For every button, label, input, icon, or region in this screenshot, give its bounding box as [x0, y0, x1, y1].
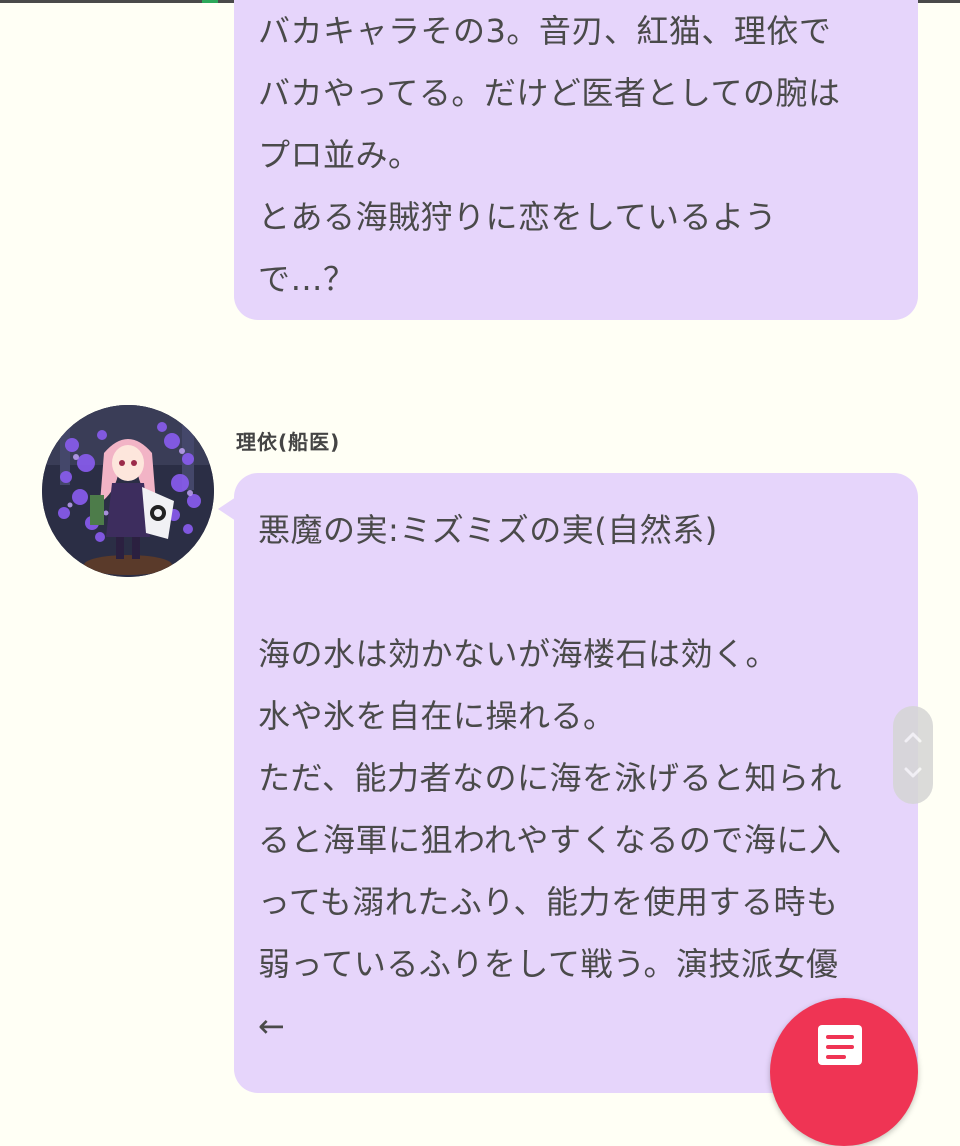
- message-line: ただ、能力者なのに海を泳げると知られ: [258, 759, 843, 797]
- message-line: 悪魔の実:ミズミズの実(自然系): [258, 511, 718, 549]
- message-line: で…？: [258, 260, 356, 298]
- chevron-down-icon[interactable]: [901, 760, 925, 784]
- top-accent-mark: [202, 0, 218, 3]
- message-line: とある海賊狩りに恋をしているよう: [258, 198, 778, 236]
- message-line: バカキャラその3。音刃、紅猫、理依で: [258, 12, 832, 50]
- message-bubble: 悪魔の実:ミズミズの実(自然系) 海の水は効かないが海楼石は効く。 水や氷を自在…: [234, 473, 918, 1093]
- avatar[interactable]: [42, 405, 214, 577]
- chevron-up-icon[interactable]: [901, 726, 925, 750]
- message-line: [258, 561, 896, 623]
- message-line: バカやってる。だけど医者としての腕は: [258, 74, 841, 112]
- message-line: っても溺れたふり、能力を使用する時も: [258, 883, 839, 921]
- message-line: 水や氷を自在に操れる。: [258, 697, 616, 735]
- message-bubble: バカキャラその3。音刃、紅猫、理依で バカやってる。だけど医者としての腕は プロ…: [234, 0, 918, 320]
- avatar-illustration: [42, 405, 214, 577]
- scroll-handle[interactable]: [893, 706, 933, 804]
- message-line: 海の水は効かないが海楼石は効く。: [258, 635, 779, 673]
- message-line: プロ並み。: [258, 136, 421, 174]
- document-icon: [818, 1025, 862, 1065]
- message-line: 弱っているふりをして戦う。演技派女優: [258, 945, 839, 983]
- floating-action-button[interactable]: [770, 998, 918, 1146]
- sender-name: 理依(船医): [236, 430, 341, 454]
- message-line: ると海軍に狙われやすくなるので海に入: [258, 821, 842, 859]
